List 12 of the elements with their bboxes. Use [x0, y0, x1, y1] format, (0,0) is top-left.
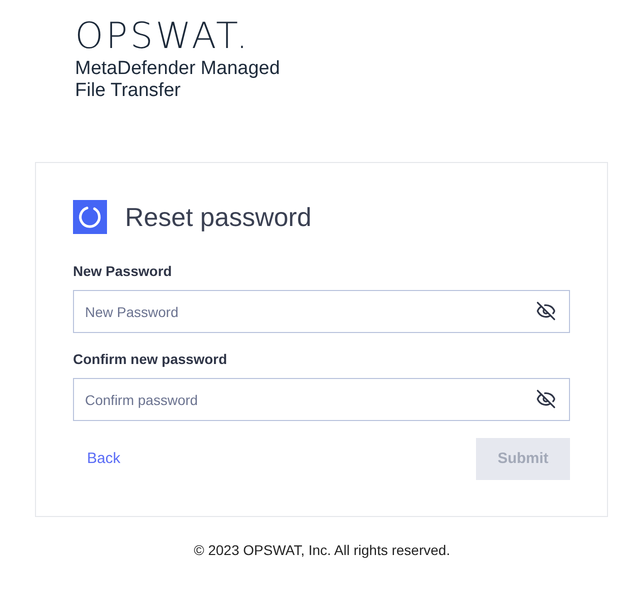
copyright-text: © 2023 OPSWAT, Inc. All rights reserved. [194, 541, 450, 559]
password-field[interactable]: New Password [73, 290, 570, 333]
eye-slash-icon[interactable] [536, 389, 556, 409]
ring-logo-icon [73, 200, 107, 234]
opswat-logo: OPSWAT. [75, 17, 250, 57]
product-name: MetaDefender Managed File Transfer [75, 58, 281, 102]
field-label: New Password [73, 263, 172, 279]
eye-slash-icon[interactable] [536, 301, 556, 321]
page-title: Reset password [125, 201, 312, 234]
password-field[interactable]: Confirm password [73, 378, 570, 421]
field-label: Confirm new password [73, 351, 228, 367]
back-link[interactable]: Back [87, 450, 120, 468]
